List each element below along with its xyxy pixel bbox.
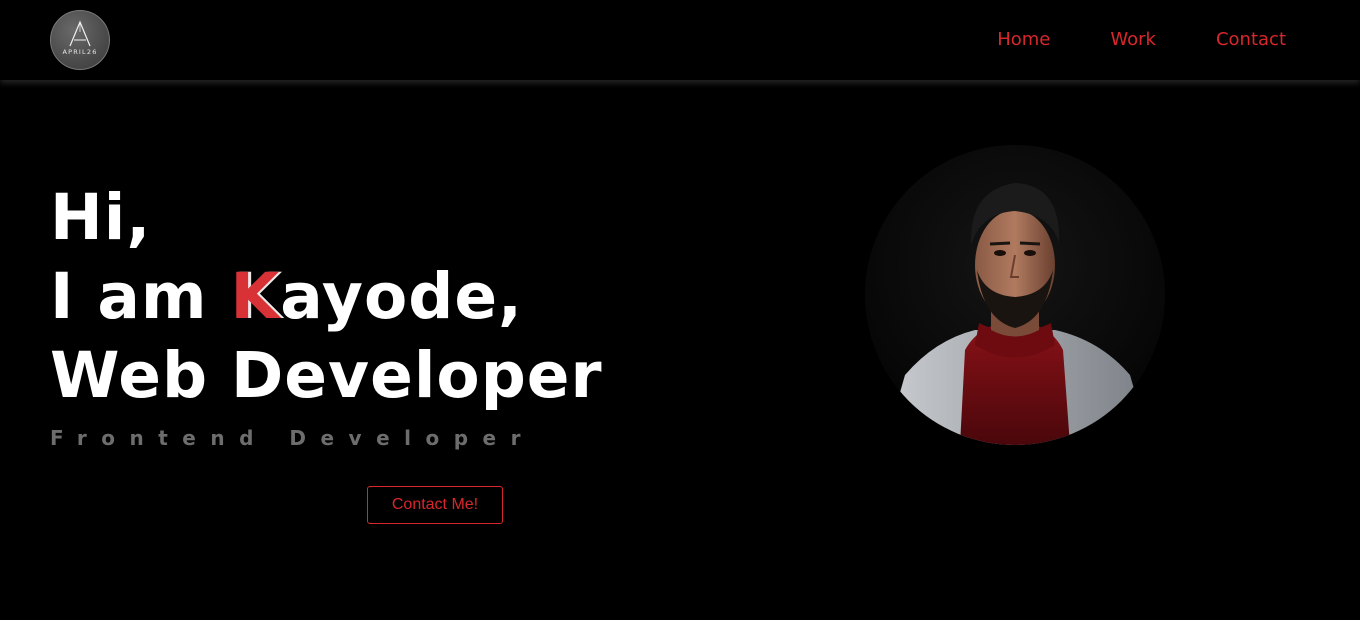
- logo-text: APRIL26: [62, 48, 98, 56]
- logo-emblem-icon: [50, 10, 110, 70]
- logo[interactable]: APRIL26: [50, 10, 110, 70]
- nav-contact-link[interactable]: Contact: [1216, 28, 1286, 52]
- hero-subtitle: Frontend Developer: [50, 426, 535, 450]
- hero-role: Web Developer: [50, 339, 603, 412]
- navbar: APRIL26 Home Work Contact: [0, 0, 1360, 80]
- hero-heading: Hi, I am Kayode, Web Developer: [50, 178, 603, 415]
- nav-home-link[interactable]: Home: [997, 28, 1050, 52]
- profile-photo: [865, 145, 1165, 445]
- hero-name-prefix: I am: [50, 260, 231, 333]
- nav-work-link[interactable]: Work: [1110, 28, 1156, 52]
- hero-greeting: Hi,: [50, 181, 152, 254]
- hero-name-line: I am Kayode,: [50, 257, 603, 336]
- hero-name-suffix: ayode,: [280, 260, 523, 333]
- contact-me-button[interactable]: Contact Me!: [367, 486, 503, 524]
- main-nav: Home Work Contact: [997, 28, 1286, 52]
- hero-name-accent-letter: K: [230, 260, 281, 333]
